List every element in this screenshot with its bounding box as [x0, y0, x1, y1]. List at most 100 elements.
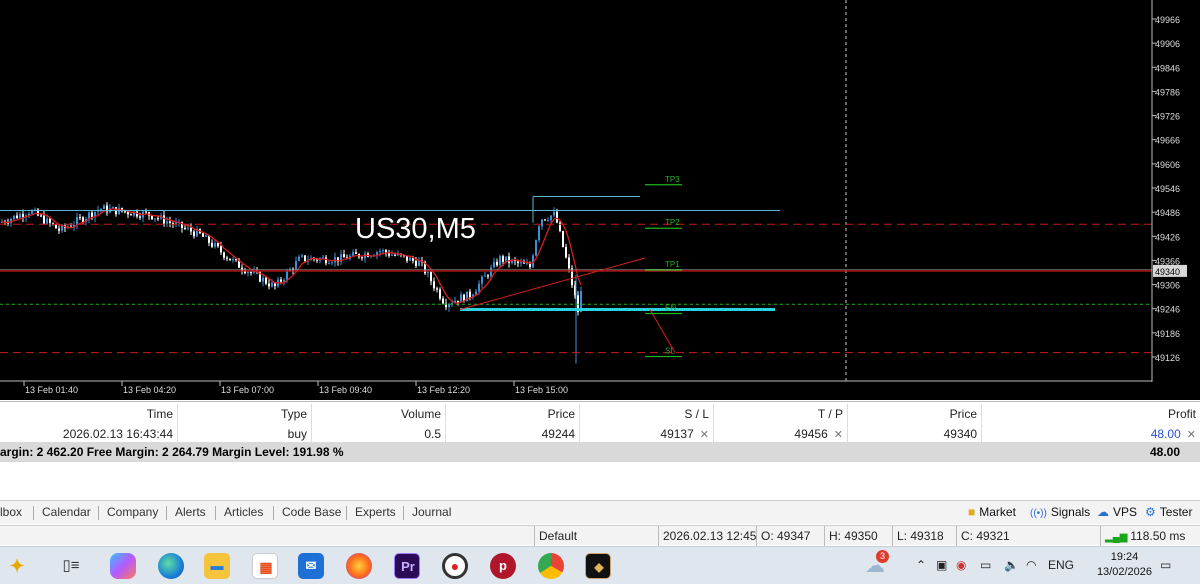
connection-status[interactable]: ▂▄▆ 118.50 ms — [1100, 526, 1200, 546]
candle-body — [295, 261, 297, 270]
market-label: Market — [979, 505, 1016, 519]
tab-calendar[interactable]: Calendar — [42, 505, 91, 519]
tab-separator — [98, 506, 99, 520]
price-tick-label: 49786 — [1155, 87, 1180, 97]
candle-body — [226, 257, 228, 259]
col-volume[interactable]: Volume — [312, 404, 446, 424]
signals-button[interactable]: ((•)) Signals — [1030, 505, 1090, 519]
vps-label: VPS — [1113, 505, 1138, 519]
candle-body — [91, 212, 93, 218]
tab-alerts[interactable]: Alerts — [175, 505, 206, 519]
candle-body — [49, 218, 51, 224]
col-type[interactable]: Type — [178, 404, 312, 424]
premiere-pro-icon[interactable]: Pr — [394, 553, 420, 579]
close-position-icon[interactable]: ✕ — [1187, 429, 1196, 441]
signals-label: Signals — [1050, 505, 1091, 519]
col-tp[interactable]: T / P — [714, 404, 848, 424]
task-view-icon[interactable]: ▯≡ — [58, 553, 84, 579]
market-button[interactable]: ■ Market — [968, 505, 1016, 519]
tester-icon: ⚙ — [1145, 505, 1156, 519]
candle-body — [145, 211, 147, 213]
microsoft-store-icon[interactable]: ▦ — [252, 553, 278, 579]
system-clock[interactable]: 19:24 13/02/2026 — [1097, 550, 1152, 580]
col-sl[interactable]: S / L — [580, 404, 714, 424]
phone-app-icon[interactable]: p — [490, 553, 516, 579]
notifications-icon[interactable]: ▭ — [1160, 558, 1171, 572]
tab-code-base[interactable]: Code Base — [282, 505, 341, 519]
tab-company[interactable]: Company — [107, 505, 158, 519]
tab-separator — [346, 506, 347, 520]
col-time[interactable]: Time — [44, 404, 178, 424]
candle-body — [427, 272, 429, 274]
chrome-icon[interactable] — [538, 553, 564, 579]
candle-body — [490, 267, 492, 277]
tab-journal[interactable]: Journal — [412, 505, 451, 519]
price-tick-label: 49546 — [1155, 184, 1180, 194]
copilot-sparkle-icon[interactable]: ✦ — [4, 553, 30, 579]
col-current-price[interactable]: Price — [848, 404, 982, 424]
price-chart[interactable]: TP3 TP2 TP1 EN SL 49966 49906 49846 49786 49726 4… — [0, 0, 1200, 400]
table-row[interactable]: 2026.02.13 16:43:44 buy 0.5 49244 49137 ✕… — [0, 424, 1200, 444]
candle-body — [211, 242, 213, 247]
bag-icon: ■ — [968, 505, 976, 519]
col-profit[interactable]: Profit — [982, 404, 1200, 424]
tab-separator — [273, 506, 274, 520]
price-tick-label: 49426 — [1155, 232, 1180, 242]
candle-body — [439, 289, 441, 299]
input-language[interactable]: ENG — [1048, 558, 1074, 572]
candle-body — [265, 277, 267, 284]
weather-widget-icon[interactable]: ☁ 3 — [862, 550, 889, 579]
candle-body — [22, 214, 24, 218]
remove-tp-icon[interactable]: ✕ — [834, 429, 843, 441]
tab-articles[interactable]: Articles — [224, 505, 263, 519]
time-tick-label: 13 Feb 15:00 — [515, 385, 568, 395]
candle-body — [556, 211, 558, 223]
vps-button[interactable]: ☁ VPS — [1097, 505, 1137, 519]
firefox-icon[interactable] — [346, 553, 372, 579]
col-price[interactable]: Price — [446, 404, 580, 424]
candle-body — [61, 225, 63, 231]
battery-icon[interactable]: ▭ — [980, 558, 991, 572]
cell-sl: 49137 ✕ — [580, 424, 714, 444]
price-tick-label: 49186 — [1155, 329, 1180, 339]
file-explorer-icon[interactable]: ▬ — [204, 553, 230, 579]
tp-value: 49456 — [794, 427, 828, 441]
price-tick-label: 49966 — [1155, 15, 1180, 25]
wifi-icon[interactable]: ◠ — [1026, 558, 1036, 572]
candle-body — [169, 221, 171, 223]
candle-body — [223, 252, 225, 258]
candle-body — [433, 281, 435, 289]
candle-body — [163, 215, 165, 224]
candle-body — [13, 215, 15, 219]
tray-app-icon[interactable]: ▣ — [936, 558, 947, 572]
profile-name[interactable]: Default — [534, 526, 658, 546]
price-tick-label: 49486 — [1155, 208, 1180, 218]
candle-body — [43, 215, 45, 224]
tab-experts[interactable]: Experts — [355, 505, 396, 519]
candle-body — [442, 298, 444, 304]
candle-body — [262, 277, 264, 282]
candle-body — [541, 219, 543, 227]
candle-body — [268, 283, 270, 287]
show-hidden-icons-icon[interactable]: ⌃ — [916, 558, 926, 572]
remove-sl-icon[interactable]: ✕ — [700, 429, 709, 441]
volume-icon[interactable]: 🔈 — [1004, 558, 1019, 572]
candle-body — [298, 256, 300, 262]
cell-tp: 49456 ✕ — [714, 424, 848, 444]
chart-canvas[interactable]: TP3 TP2 TP1 EN SL 49966 49906 49846 49786 49726 4… — [0, 0, 1200, 400]
metatrader-icon[interactable]: ◆ — [585, 553, 611, 579]
candle-body — [157, 218, 159, 220]
tray-security-icon[interactable]: ◉ — [956, 558, 966, 572]
outlook-icon[interactable]: ✉ — [298, 553, 324, 579]
candle-body — [418, 260, 420, 266]
candle-body — [40, 215, 42, 217]
tab-toolbox[interactable]: lbox — [0, 505, 22, 519]
edge-browser-icon[interactable] — [158, 553, 184, 579]
tester-button[interactable]: ⚙ Tester — [1145, 505, 1192, 519]
candle-body — [214, 243, 216, 247]
screen-recorder-icon[interactable]: ● — [442, 553, 468, 579]
ohlc-open: O: 49347 — [756, 526, 824, 546]
candle-body — [394, 254, 396, 256]
candle-body — [568, 257, 570, 269]
copilot-app-icon[interactable] — [110, 553, 136, 579]
